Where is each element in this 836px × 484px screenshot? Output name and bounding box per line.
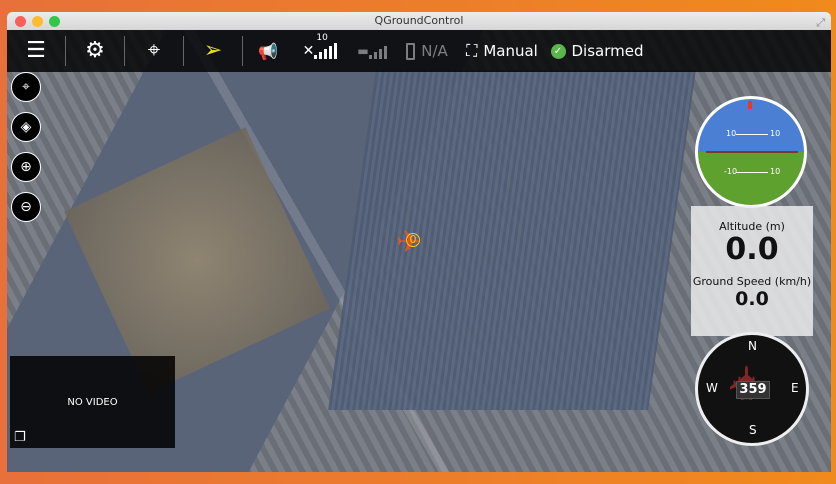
menu-button[interactable]: ☰ <box>7 30 65 72</box>
arm-status-label: Disarmed <box>571 42 644 60</box>
compass-west: W <box>706 381 718 395</box>
toolbar: ☰ ⚙ ⌖ ➢ 📢 ✕ 10 ▬ N/A ⛶ Manual ✓ Disarmed <box>7 30 831 72</box>
center-icon: ⌖ <box>22 79 30 95</box>
zoom-out-button[interactable]: ⊖ <box>11 192 41 222</box>
heading-value: 359 <box>736 381 770 399</box>
compass: N S E W ✈ 359 <box>695 332 809 446</box>
gps-signal-icon <box>314 43 338 59</box>
gps-count: 10 <box>316 33 328 43</box>
compass-south: S <box>749 423 757 437</box>
paper-plane-icon: ➢ <box>203 38 223 63</box>
attitude-indicator: 10 10 -10 10 <box>695 96 807 208</box>
layers-button[interactable]: ◈ <box>11 112 41 142</box>
rc-indicator[interactable]: ▬ <box>347 30 397 72</box>
window-switch-icon[interactable]: ❐ <box>14 430 26 445</box>
zoom-button[interactable] <box>49 16 60 27</box>
arm-status[interactable]: ✓ Disarmed <box>547 30 647 72</box>
gears-icon: ⚙ <box>85 38 105 63</box>
minimize-button[interactable] <box>32 16 43 27</box>
layers-icon: ◈ <box>20 119 32 135</box>
flight-mode-selector[interactable]: ⛶ Manual <box>457 30 547 72</box>
window-title: QGroundControl <box>374 14 464 27</box>
rc-transmitter-icon: ▬ <box>357 44 369 58</box>
satellite-icon: ✕ <box>302 43 315 59</box>
zoom-in-button[interactable]: ⊕ <box>11 152 41 182</box>
compass-north: N <box>748 339 757 353</box>
close-button[interactable] <box>15 16 26 27</box>
battery-icon <box>406 42 416 60</box>
vehicle-id: 0 <box>406 233 420 247</box>
zoom-in-icon: ⊕ <box>20 159 32 175</box>
gps-indicator[interactable]: ✕ 10 <box>293 30 347 72</box>
check-icon: ✓ <box>550 43 566 59</box>
plan-button[interactable]: ⌖ <box>125 30 183 72</box>
pitch-label: 10 <box>770 129 781 138</box>
battery-indicator[interactable]: N/A <box>397 30 457 72</box>
zoom-out-icon: ⊖ <box>20 199 32 215</box>
video-status: NO VIDEO <box>67 396 118 408</box>
video-panel[interactable]: NO VIDEO ❐ <box>10 356 175 448</box>
center-button[interactable]: ⌖ <box>11 72 41 102</box>
fly-button[interactable]: ➢ <box>184 30 242 72</box>
megaphone-icon: 📢 <box>258 41 278 61</box>
messages-button[interactable]: 📢 <box>243 30 293 72</box>
plan-route-icon: ⌖ <box>147 38 161 63</box>
construction-site <box>64 127 330 393</box>
pitch-label: 10 <box>770 167 781 176</box>
battery-value: N/A <box>421 42 448 60</box>
compass-east: E <box>791 381 799 395</box>
instrument-panel: 10 10 -10 10 Altitude (m) 0.0 Ground Spe… <box>691 96 813 462</box>
vehicle-marker[interactable]: ✈ 0 <box>396 225 421 260</box>
map-tools: ⌖ ◈ ⊕ ⊖ <box>11 72 41 222</box>
speed-value: 0.0 <box>735 288 769 310</box>
settings-button[interactable]: ⚙ <box>66 30 124 72</box>
window-controls <box>15 16 60 27</box>
flight-mode: Manual <box>483 42 538 60</box>
title-bar: QGroundControl ⤢ <box>7 12 831 30</box>
speed-label: Ground Speed (km/h) <box>692 275 812 288</box>
values-panel: Altitude (m) 0.0 Ground Speed (km/h) 0.0 <box>691 206 813 336</box>
altitude-value: 0.0 <box>725 232 779 267</box>
building-roof <box>328 70 696 410</box>
quadcopter-icon: ⛶ <box>466 41 478 60</box>
pitch-label: 10 <box>726 129 737 138</box>
hamburger-icon: ☰ <box>26 38 46 63</box>
rc-signal-icon <box>368 43 387 59</box>
